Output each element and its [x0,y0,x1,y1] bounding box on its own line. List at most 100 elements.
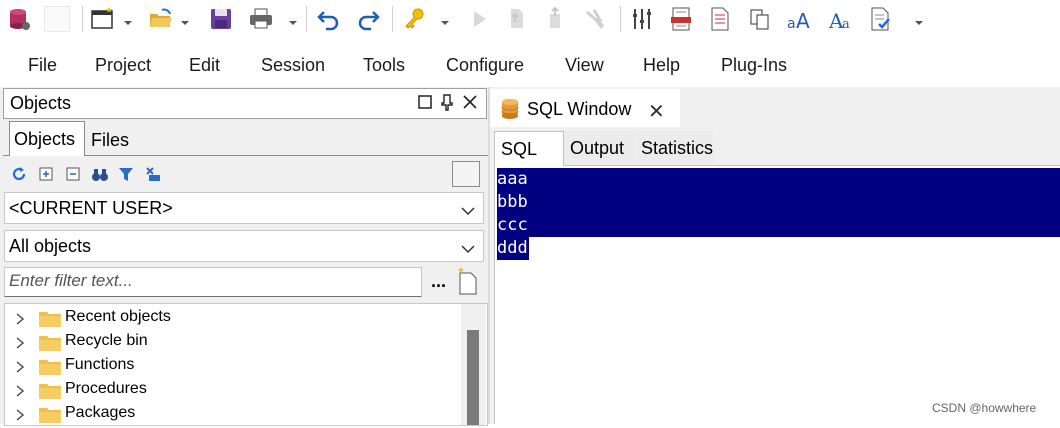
database-icon[interactable] [6,6,32,32]
filter-field[interactable] [4,267,422,297]
pin-icon[interactable] [438,93,456,111]
folder-icon [39,311,61,327]
save-icon[interactable] [208,6,234,32]
tree-item-label: Functions [65,356,135,373]
new-window-icon[interactable] [90,6,116,32]
commit-icon[interactable] [503,6,529,32]
chevron-down-icon[interactable] [123,14,133,25]
chevron-down-icon[interactable] [180,14,190,25]
maximize-icon[interactable] [416,93,434,111]
filter-options-button[interactable]: ... [431,271,446,292]
chevron-down-icon [461,203,475,216]
objects-panel: Objects Objects Files <CURRENT USER> All… [0,87,489,426]
font-aa-serif-icon[interactable]: Aa [828,6,854,32]
folder-icon [39,335,61,351]
menu-file[interactable]: File [28,55,57,76]
user-combo[interactable]: <CURRENT USER> [4,192,484,224]
blank-icon[interactable] [44,6,70,32]
rollback-icon[interactable] [542,6,568,32]
filter-input[interactable] [9,269,417,293]
tab-sql-window[interactable]: SQL Window ✕ [490,89,680,127]
execute-icon[interactable] [466,6,492,32]
toolbar-separator [306,6,307,32]
chevron-down-icon[interactable] [440,14,450,25]
sql-window: SQL Window ✕ SQL Output Statistics aaa b… [490,87,1060,424]
database-icon [500,97,522,121]
chevron-down-icon[interactable] [288,14,298,25]
tab-sql[interactable]: SQL [494,131,564,166]
chevron-right-icon[interactable] [15,360,25,373]
close-icon[interactable] [461,93,479,111]
tree-item-label: Procedures [65,380,147,397]
svg-text:a: a [842,17,850,32]
tree-scrollbar[interactable] [461,304,486,425]
filter-icon[interactable] [117,165,135,183]
tree-item-packages[interactable]: Packages [5,402,455,426]
toolbar-separator [82,6,83,32]
chevron-right-icon[interactable] [15,336,25,349]
expand-icon[interactable] [37,165,55,183]
sql-editor[interactable]: aaa bbb ccc ddd [494,166,1060,424]
open-folder-icon[interactable] [148,6,174,32]
code-line[interactable]: bbb [497,191,1060,214]
tab-files[interactable]: Files [85,121,151,155]
menu-view[interactable]: View [565,55,604,76]
chevron-right-icon[interactable] [15,408,25,421]
folder-icon [39,407,61,423]
menu-tools[interactable]: Tools [363,55,405,76]
document-icon[interactable] [707,6,733,32]
close-icon[interactable]: ✕ [648,99,665,124]
svg-text:A: A [796,9,810,32]
print-icon[interactable] [248,6,274,32]
binoculars-icon[interactable] [91,165,109,183]
break-icon[interactable] [582,6,608,32]
tree-item-functions[interactable]: Functions [5,354,455,378]
options-box[interactable] [452,161,480,187]
tree-item-recent-objects[interactable]: Recent objects [5,306,455,330]
menu-edit[interactable]: Edit [189,55,220,76]
chevron-down-icon [461,241,475,254]
menu-help[interactable]: Help [643,55,680,76]
chevron-right-icon[interactable] [15,384,25,397]
tree-item-recycle-bin[interactable]: Recycle bin [5,330,455,354]
redo-icon[interactable] [355,6,381,32]
objects-tabstrip: Objects Files [3,120,489,156]
menu-project[interactable]: Project [95,55,151,76]
svg-text:a: a [787,16,796,32]
objects-panel-title: Objects [10,93,72,113]
folder-icon [39,359,61,375]
tab-sql-label: SQL [501,139,538,159]
object-type-combo[interactable]: All objects [4,230,484,262]
refresh-icon[interactable] [10,165,28,183]
tab-objects-label: Objects [14,129,76,149]
code-line[interactable]: aaa [497,168,1060,191]
tab-statistics-label: Statistics [641,138,714,158]
spellcheck-icon[interactable] [868,6,894,32]
sql-subtabs: SQL Output Statistics [494,131,1060,166]
watermark: CSDN @howwhere [932,401,1037,415]
tab-output[interactable]: Output [564,131,634,164]
columns-icon[interactable] [629,6,655,32]
tab-objects[interactable]: Objects [9,121,85,156]
chevron-right-icon[interactable] [15,312,25,325]
report-icon[interactable] [668,6,694,32]
overflow-icon[interactable] [914,14,924,25]
undo-icon[interactable] [316,6,342,32]
tab-output-label: Output [570,138,625,158]
objects-panel-header: Objects [3,88,487,119]
tree-scrollbar-thumb[interactable] [467,330,479,425]
tab-statistics[interactable]: Statistics [635,131,713,164]
code-line[interactable]: ccc [497,214,1060,237]
new-document-icon[interactable] [456,267,480,295]
collapse-icon[interactable] [64,165,82,183]
menu-session[interactable]: Session [261,55,325,76]
code-line[interactable]: ddd [497,237,529,260]
font-aa-icon[interactable]: aA [786,6,812,32]
tree-item-procedures[interactable]: Procedures [5,378,455,402]
sql-window-tab-title: SQL Window [527,99,632,119]
pin-filter-icon[interactable] [144,165,162,183]
key-icon[interactable] [402,6,428,32]
menu-plug-ins[interactable]: Plug-Ins [721,55,787,76]
copy-icon[interactable] [747,6,773,32]
menu-configure[interactable]: Configure [446,55,524,76]
